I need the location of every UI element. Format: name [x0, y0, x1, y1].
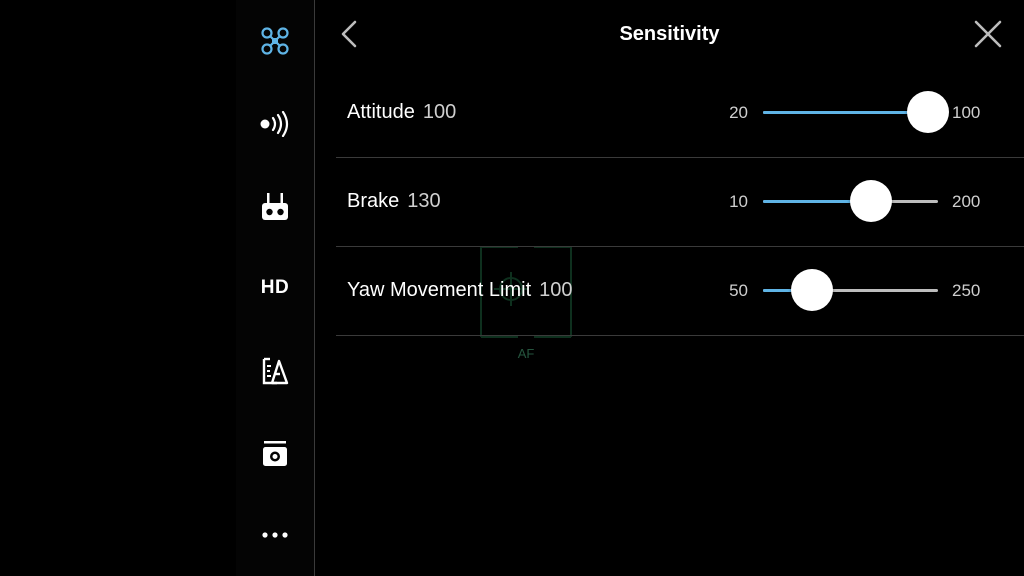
signal-icon [260, 111, 289, 137]
slider-fill [763, 111, 928, 114]
close-button[interactable] [970, 16, 1006, 52]
slider-current-value: 130 [407, 190, 441, 212]
hd-icon: HD [260, 277, 290, 298]
slider-row-brake: Brake 130 10 200 [336, 157, 1024, 247]
rail-item-more[interactable] [236, 507, 314, 563]
slider-min-label: 50 [729, 281, 748, 300]
aircraft-icon [261, 27, 289, 55]
rail-item-remote-controller[interactable] [236, 179, 314, 235]
settings-rail: HD [236, 0, 315, 576]
slider-thumb[interactable] [791, 269, 833, 311]
slider-track[interactable] [763, 91, 949, 133]
slider-row-yaw-movement-limit: Yaw Movement Limit 100 50 250 [336, 246, 1024, 336]
slider-label: Attitude 100 [347, 101, 457, 123]
rail-item-camera[interactable] [236, 426, 314, 482]
slider-thumb[interactable] [849, 180, 892, 222]
chevron-left-icon [341, 20, 357, 48]
af-label: AF [517, 346, 535, 361]
slider-max-label: 200 [952, 192, 981, 211]
slider-row-attitude: Attitude 100 20 100 [336, 68, 1024, 158]
slider-min-label: 10 [729, 192, 748, 211]
more-icon [262, 532, 288, 538]
slider-max-label: 100 [952, 103, 981, 122]
sensitivity-panel: AF Sensitivity Attitude 100 20 100 Brake… [315, 0, 1024, 576]
rail-item-signal[interactable] [236, 96, 314, 152]
camera-icon [263, 441, 287, 466]
battery-icon [262, 357, 289, 385]
rail-item-hd[interactable]: HD [236, 260, 314, 316]
panel-header: Sensitivity [315, 0, 1024, 68]
rail-item-battery[interactable] [236, 343, 314, 399]
page-title: Sensitivity [619, 23, 720, 45]
back-button[interactable] [333, 16, 367, 52]
slider-thumb[interactable] [906, 91, 949, 133]
slider-label: Brake 130 [347, 190, 441, 212]
slider-min-label: 20 [729, 103, 748, 122]
slider-current-value: 100 [539, 279, 573, 301]
slider-label: Yaw Movement Limit 100 [347, 279, 573, 301]
rail-item-aircraft[interactable] [236, 13, 314, 69]
slider-current-value: 100 [422, 101, 457, 123]
slider-track[interactable] [763, 180, 938, 222]
close-icon [974, 20, 1002, 48]
slider-max-label: 250 [952, 281, 981, 300]
slider-track[interactable] [763, 269, 938, 311]
camera-feed [0, 0, 236, 576]
remote-controller-icon [262, 193, 288, 220]
app-root: HD AF Sensitivity Attitude 100 20 100 Br… [0, 0, 1024, 576]
